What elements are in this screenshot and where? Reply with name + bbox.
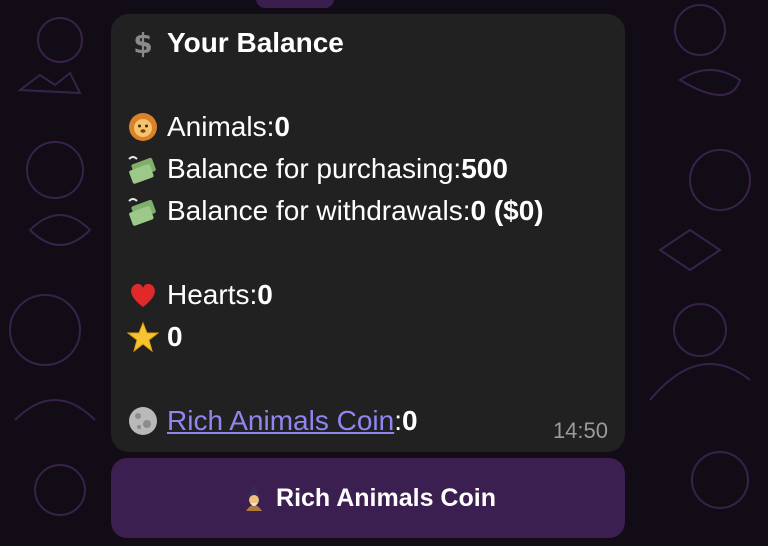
rich-animals-coin-button-label: Rich Animals Coin [276, 483, 496, 512]
coin-separator: : [394, 405, 402, 436]
withdraw-balance-row: Balance for withdrawals: 0 ($0) [127, 193, 544, 229]
star-icon [127, 321, 159, 353]
balance-title: Your Balance [167, 27, 344, 58]
purchase-balance-value: 500 [461, 153, 508, 184]
balance-title-row: $ Your Balance [127, 25, 344, 61]
message-time: 14:50 [552, 418, 608, 443]
rich-animals-coin-link[interactable]: Rich Animals Coin [167, 403, 394, 439]
coin-value: 0 [401, 405, 418, 436]
balance-message: $ Your Balance Animals: 0 Balance for pu… [111, 14, 625, 452]
hearts-value: 0 [257, 279, 273, 310]
purchase-balance-label: Balance for purchasing: [167, 153, 462, 184]
coin-row: Rich Animals Coin : 0 [127, 403, 418, 439]
flying-money-icon [127, 195, 159, 227]
stars-value: 0 [167, 321, 183, 352]
animals-label: Animals: [167, 111, 275, 142]
hearts-row: Hearts: 0 [127, 277, 273, 313]
withdraw-balance-label: Balance for withdrawals: [167, 195, 471, 226]
animals-value: 0 [274, 111, 290, 142]
dollar-sign-icon: $ [127, 27, 159, 59]
purchase-balance-row: Balance for purchasing: 500 [127, 151, 508, 187]
svg-text:$: $ [133, 27, 152, 59]
red-heart-icon [127, 279, 159, 311]
rich-animals-coin-button[interactable]: Rich Animals Coin [111, 458, 625, 538]
lion-face-icon [127, 111, 159, 143]
withdraw-balance-value: 0 ($0) [470, 195, 544, 226]
animals-row: Animals: 0 [127, 109, 290, 145]
flying-money-icon [127, 153, 159, 185]
stars-row: 0 [127, 319, 183, 355]
wizard-icon [240, 484, 268, 512]
hearts-label: Hearts: [167, 279, 258, 310]
previous-message-edge [256, 0, 334, 8]
moon-coin-icon [127, 405, 159, 437]
